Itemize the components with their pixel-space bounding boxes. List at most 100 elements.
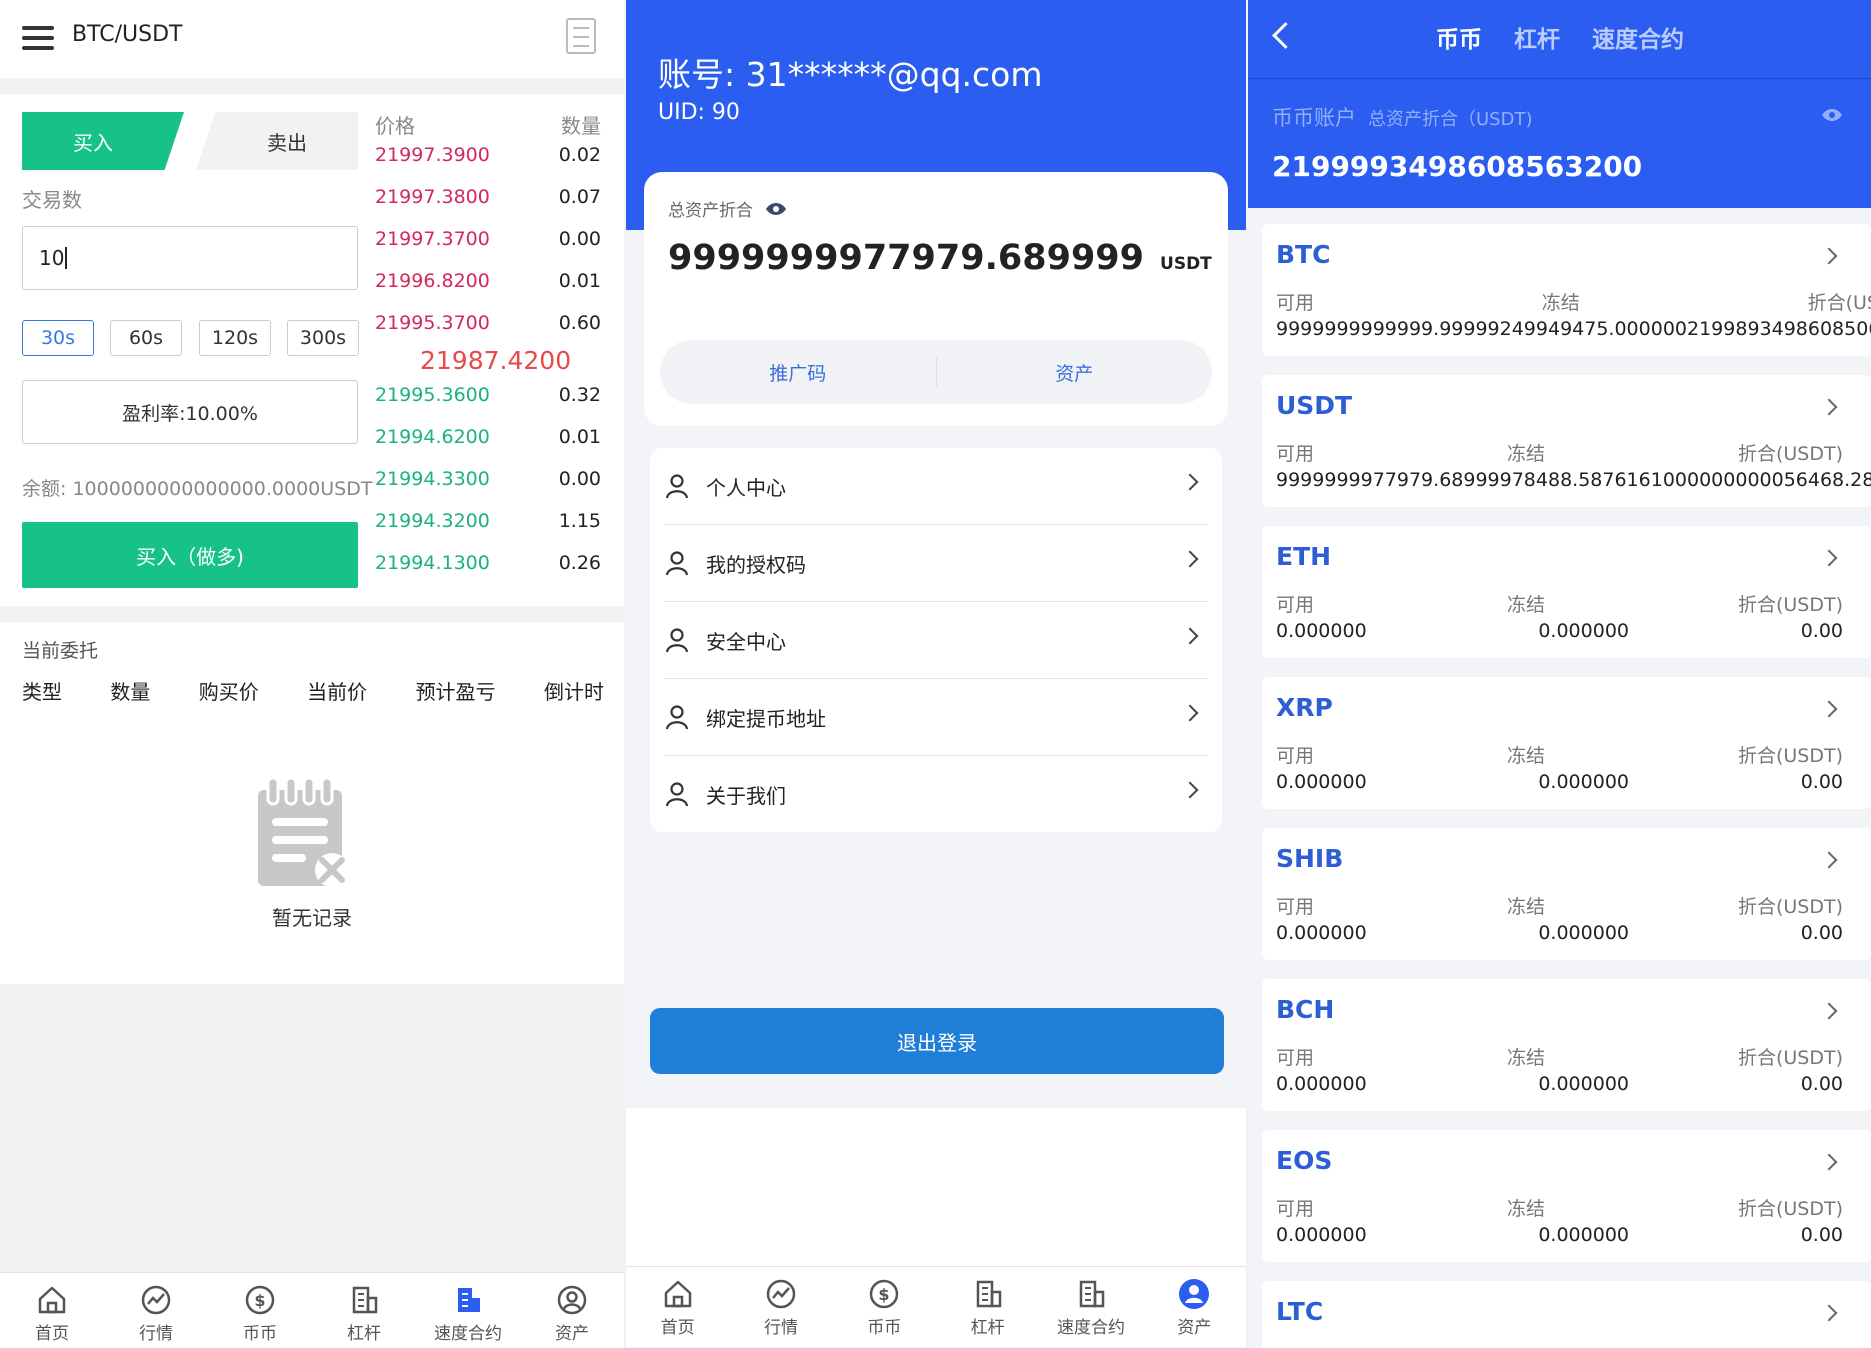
menu-item-auth-code[interactable]: 我的授权码 [664, 525, 1208, 602]
chart-icon [141, 1285, 171, 1315]
chevron-right-icon [1181, 627, 1199, 645]
coin-values-row: 0.000000 0.000000 0.00 [1276, 620, 1843, 642]
time-option-30s[interactable]: 30s [22, 320, 94, 356]
wallet-header: 币币 杠杆 速度合约 币币账户 总资产折合（USDT) 219999349860… [1248, 0, 1871, 208]
tab-market[interactable]: 行情 [104, 1273, 208, 1348]
profit-rate[interactable]: 盈利率:10.00% [22, 380, 358, 444]
tab-spot-account[interactable]: 币币 [1436, 20, 1482, 54]
back-arrow-icon[interactable] [1272, 22, 1299, 49]
menu-item-withdraw-address[interactable]: 绑定提币地址 [664, 679, 1208, 756]
uid-text: UID: 90 [658, 100, 740, 125]
tab-home[interactable]: 首页 [626, 1267, 729, 1347]
tab-speed-contract[interactable]: 速度合约 [416, 1273, 520, 1348]
coin-card-eos[interactable]: EOS 可用 冻结 折合(USDT) 0.000000 0.000000 0.00 [1262, 1130, 1871, 1262]
bid-row: 21994.1300 0.26 [375, 552, 601, 574]
logout-button[interactable]: 退出登录 [650, 1008, 1224, 1074]
chart-icon [766, 1279, 796, 1309]
chevron-right-icon [1181, 473, 1199, 491]
tab-speed-contract[interactable]: 速度合约 [1039, 1267, 1142, 1347]
coin-card-shib[interactable]: SHIB 可用 冻结 折合(USDT) 0.000000 0.000000 0.00 [1262, 828, 1871, 960]
tab-label: 资产 [1177, 1318, 1212, 1338]
buy-tab[interactable]: 买入 [22, 112, 184, 170]
menu-item-label: 个人中心 [706, 475, 786, 500]
coin-symbol: BCH [1276, 995, 1335, 1024]
ask-row: 21997.3700 0.00 [375, 228, 601, 250]
chevron-right-icon [1181, 781, 1199, 799]
eye-icon[interactable] [1821, 108, 1843, 122]
empty-records-icon [258, 778, 349, 887]
coin-card-eth[interactable]: ETH 可用 冻结 折合(USDT) 0.000000 0.000000 0.00 [1262, 526, 1871, 658]
coin-header-row: 可用 冻结 折合(US [1276, 288, 1871, 315]
coin-symbol: EOS [1276, 1146, 1333, 1175]
ask-row: 21996.8200 0.01 [375, 270, 601, 292]
asset-actions: 推广码 资产 [660, 340, 1212, 404]
clipboard-icon[interactable] [566, 18, 596, 54]
menu-item-label: 我的授权码 [706, 552, 806, 577]
col-frozen: 冻结 [1506, 443, 1545, 465]
eye-icon[interactable] [765, 202, 787, 216]
tab-label: 币币 [867, 1318, 902, 1338]
header-divider [1248, 78, 1871, 79]
account-tabs: 币币 杠杆 速度合约 [1436, 20, 1684, 54]
menu-item-personal-center[interactable]: 个人中心 [664, 448, 1208, 525]
tab-label: 速度合约 [434, 1324, 502, 1344]
buy-long-button[interactable]: 买入（做多) [22, 522, 358, 588]
coin-header-row: 可用 冻结 折合(USDT) [1276, 1047, 1843, 1069]
total-asset-card: 总资产折合 9999999977979.689999 USDT 推广码 资产 [644, 172, 1228, 426]
account-label: 币币账户 [1272, 106, 1356, 130]
coin-card-usdt[interactable]: USDT 可用 冻结 折合(USDT) 9999999977979.689999… [1262, 375, 1871, 507]
profile-menu: 个人中心 我的授权码 安全中心 绑定提币地址 关于我们 [650, 448, 1222, 832]
menu-item-security[interactable]: 安全中心 [664, 602, 1208, 679]
pair-title[interactable]: BTC/USDT [72, 22, 182, 47]
promo-code-button[interactable]: 推广码 [660, 359, 936, 386]
bid-row: 21994.3300 0.00 [375, 468, 601, 490]
coin-symbol: SHIB [1276, 844, 1344, 873]
time-option-120s[interactable]: 120s [199, 320, 271, 356]
chevron-right-icon [1181, 550, 1199, 568]
assets-button[interactable]: 资产 [937, 359, 1213, 386]
tab-assets[interactable]: 资产 [520, 1273, 624, 1348]
menu-item-label: 绑定提币地址 [706, 706, 826, 731]
svg-text:$: $ [254, 1291, 265, 1310]
menu-icon[interactable] [22, 26, 54, 50]
tab-market[interactable]: 行情 [729, 1267, 832, 1347]
time-option-300s[interactable]: 300s [287, 320, 359, 356]
ask-row: 21995.3700 0.60 [375, 312, 601, 334]
col-converted: 折合(USDT) [1737, 443, 1843, 465]
tab-label: 杠杆 [970, 1318, 1005, 1338]
sell-tab[interactable]: 卖出 [196, 112, 358, 170]
account-label-row: 币币账户 总资产折合（USDT) [1272, 102, 1532, 132]
qty-input[interactable]: 10 [22, 226, 358, 290]
bid-row: 21994.3200 1.15 [375, 510, 601, 532]
tab-home[interactable]: 首页 [0, 1273, 104, 1348]
tab-speed-contract-account[interactable]: 速度合约 [1592, 20, 1684, 54]
qty-value: 10 [39, 246, 65, 270]
coin-card-bch[interactable]: BCH 可用 冻结 折合(USDT) 0.000000 0.000000 0.00 [1262, 979, 1871, 1111]
coin-header-row: 可用 冻结 折合(USDT) [1276, 439, 1843, 466]
coin-card-ltc[interactable]: LTC [1262, 1281, 1871, 1348]
chevron-right-icon [1181, 704, 1199, 722]
tab-leverage[interactable]: 杠杆 [936, 1267, 1039, 1347]
time-option-60s[interactable]: 60s [110, 320, 182, 356]
coin-values-line: 9999999977979.68999978488.58761610000000… [1276, 469, 1871, 491]
tab-spot[interactable]: $ 币币 [208, 1273, 312, 1348]
tab-leverage[interactable]: 杠杆 [312, 1273, 416, 1348]
coin-card-btc[interactable]: BTC 可用 冻结 折合(US 9999999999999.9999924994… [1262, 224, 1871, 356]
person-icon [665, 705, 689, 730]
menu-item-label: 关于我们 [706, 783, 786, 808]
col-frozen: 冻结 [1541, 292, 1580, 314]
coin-card-xrp[interactable]: XRP 可用 冻结 折合(USDT) 0.000000 0.000000 0.00 [1262, 677, 1871, 809]
coin-header-row: 可用 冻结 折合(USDT) [1276, 745, 1843, 767]
bid-row: 21995.3600 0.32 [375, 384, 601, 406]
tab-leverage-account[interactable]: 杠杆 [1514, 20, 1560, 54]
bottom-tabbar: 首页 行情 $ 币币 杠杆 速度合约 资产 [0, 1272, 624, 1348]
tab-assets[interactable]: 资产 [1143, 1267, 1246, 1347]
col-countdown: 倒计时 [543, 680, 604, 704]
total-label: 总资产折合（USDT) [1368, 109, 1533, 130]
asset-amount: 9999999977979.689999 [668, 238, 1145, 278]
coin-icon: $ [245, 1285, 275, 1315]
col-qty: 数量 [110, 680, 151, 704]
chevron-right-icon [1820, 1002, 1838, 1020]
tab-spot[interactable]: $ 币币 [833, 1267, 936, 1347]
menu-item-about[interactable]: 关于我们 [664, 756, 1208, 832]
